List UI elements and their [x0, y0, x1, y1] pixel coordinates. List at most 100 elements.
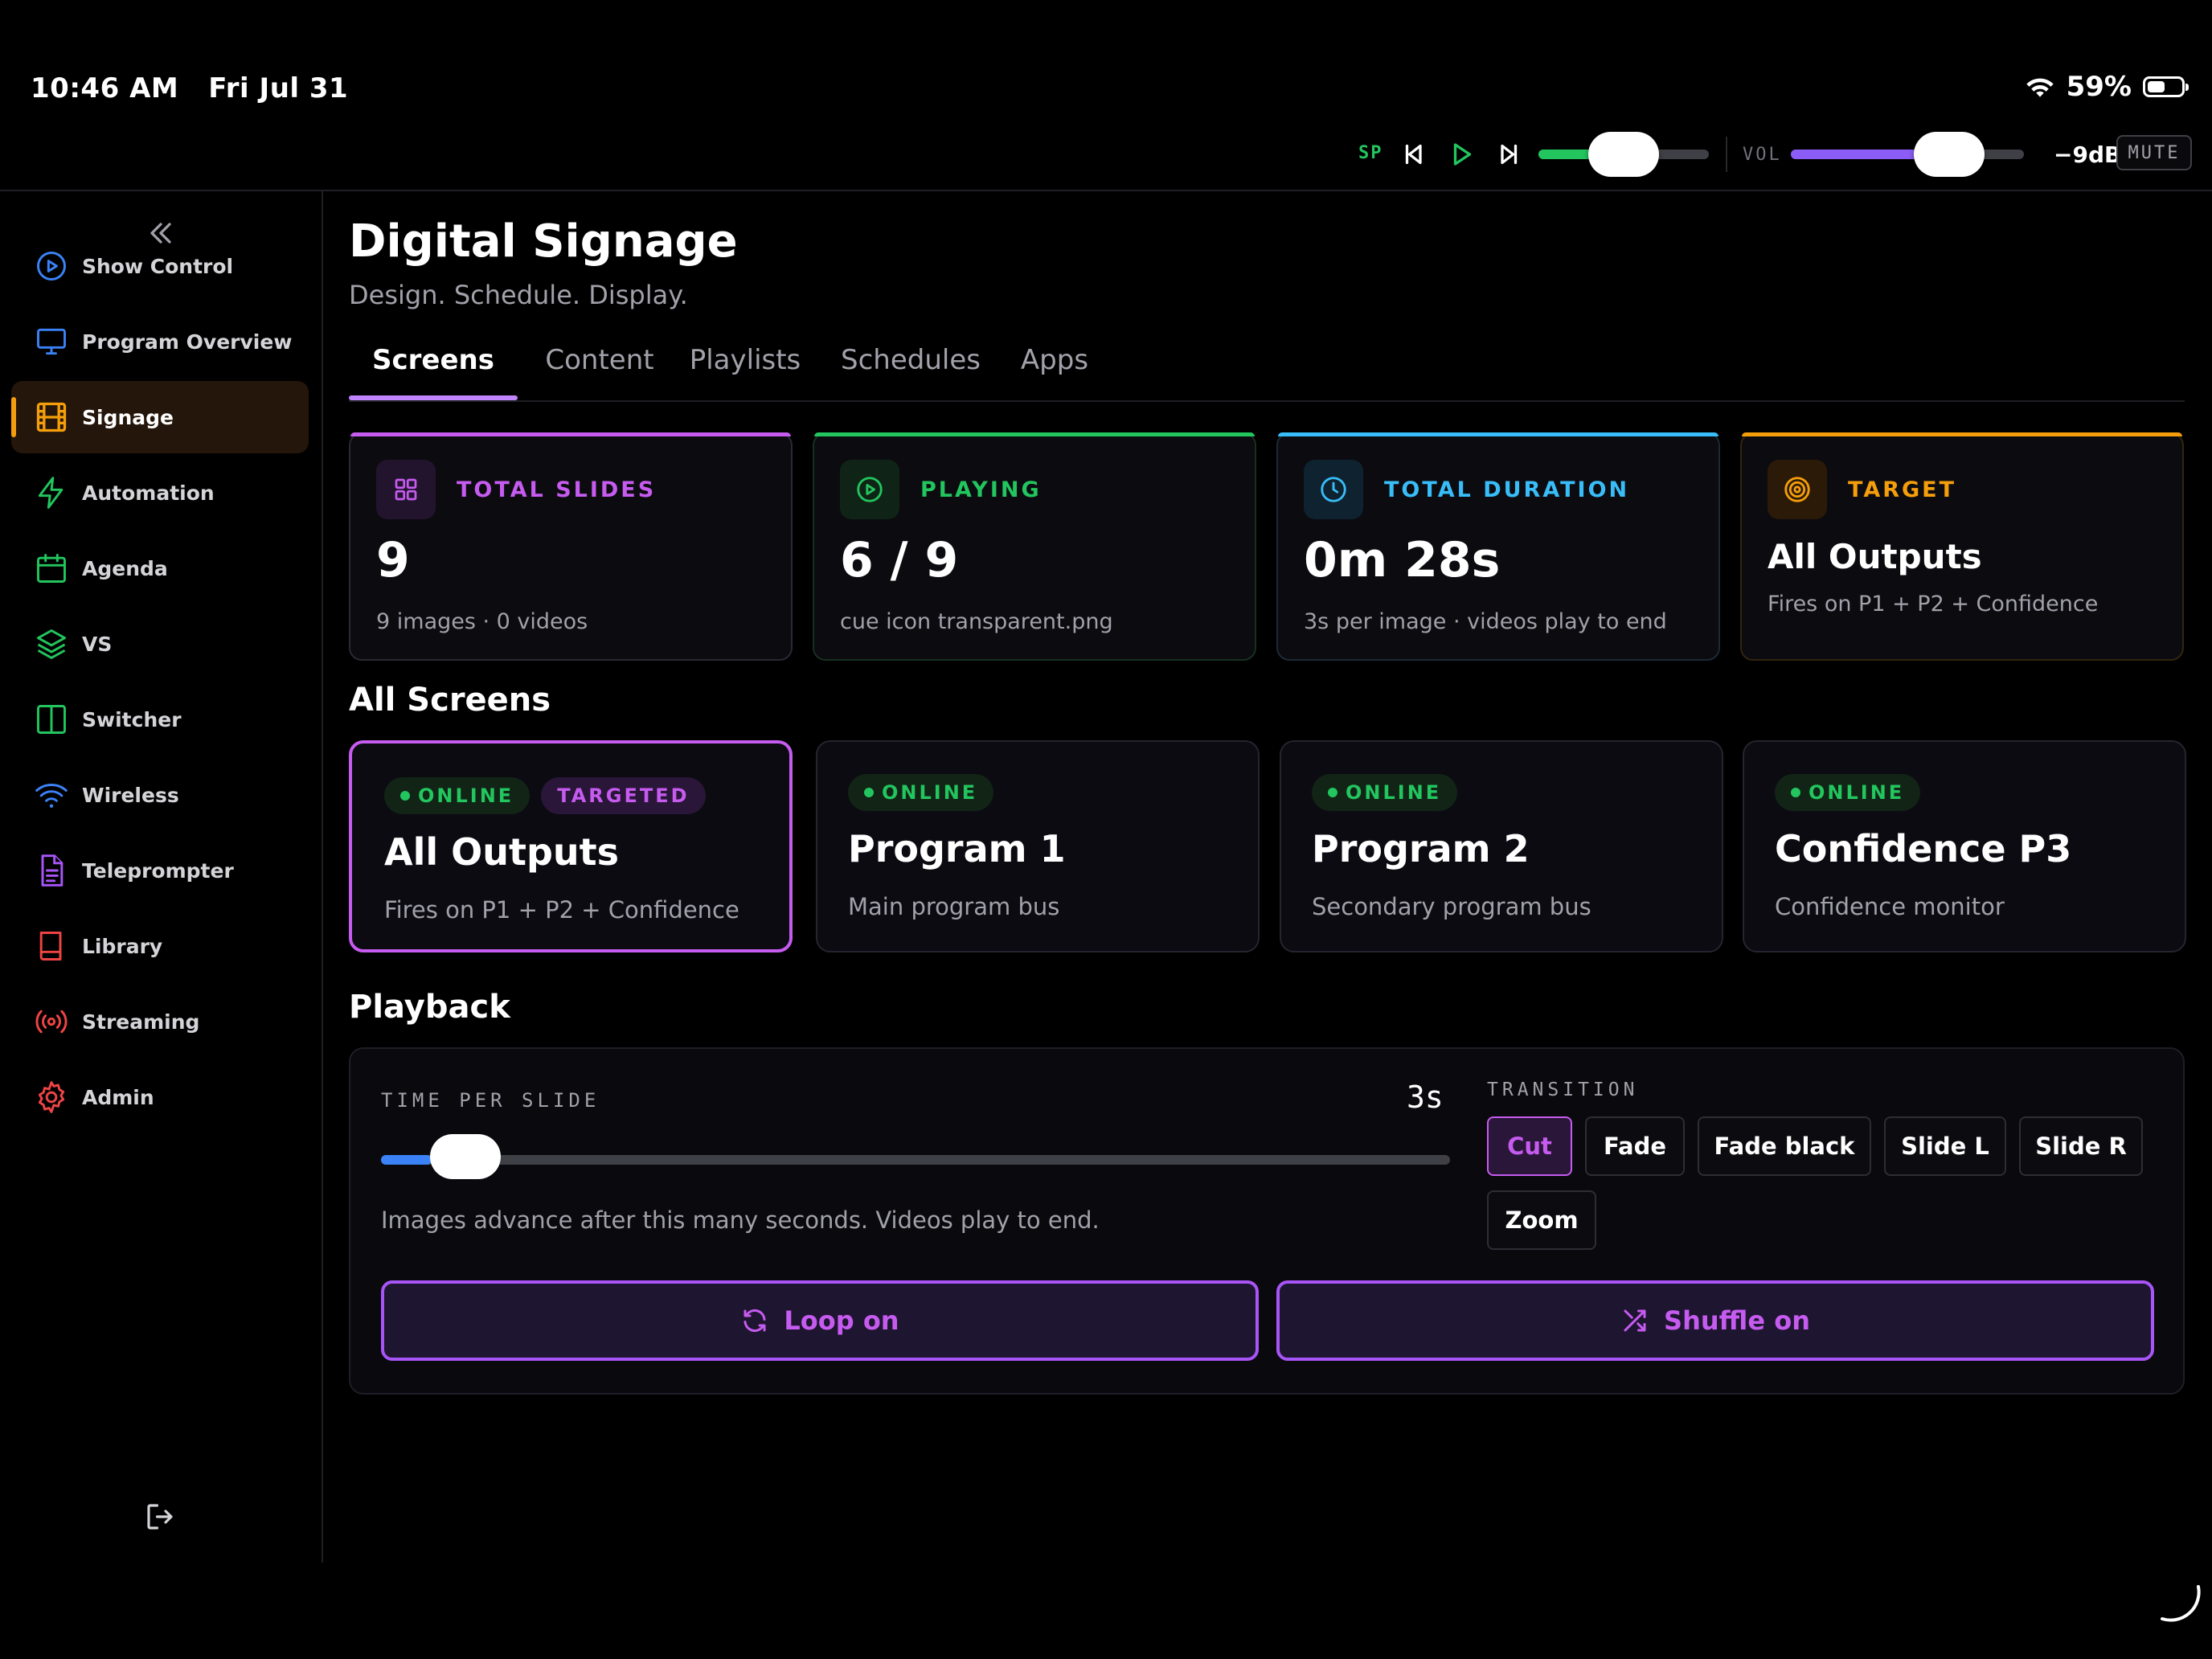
book-icon: [39, 932, 62, 961]
sidebar-item-admin[interactable]: Admin: [11, 1061, 309, 1133]
sidebar: Show Control Program Overview Signage Autom…: [0, 191, 323, 1563]
play-circle-icon: [840, 460, 899, 519]
screen-badges: ONLINE TARGETED: [384, 777, 706, 814]
screen-description: Confidence monitor: [1775, 893, 2005, 920]
grid-icon: [376, 460, 436, 519]
shuffle-button[interactable]: Shuffle on: [1276, 1280, 2154, 1361]
sidebar-item-switcher[interactable]: Switcher: [11, 683, 309, 756]
volume-slider-knob[interactable]: [1914, 132, 1985, 177]
sidebar-item-label: Signage: [82, 405, 174, 429]
skip-back-icon[interactable]: [1399, 140, 1428, 169]
sidebar-item-label: Switcher: [82, 707, 182, 731]
screen-description: Fires on P1 + P2 + Confidence: [384, 896, 739, 924]
sidebar-item-signage[interactable]: Signage: [11, 381, 309, 453]
status-indicators: 59%: [2025, 71, 2189, 103]
shuffle-icon: [1624, 1309, 1646, 1332]
sidebar-item-label: Program Overview: [82, 330, 293, 354]
badge-label: ONLINE: [1809, 781, 1905, 804]
status-time: 10:46 AM Fri Jul 31: [31, 72, 348, 104]
screen-card-program-2[interactable]: ONLINE Program 2 Secondary program bus: [1280, 740, 1723, 952]
stat-card-target: TARGET All Outputs Fires on P1 + P2 + Co…: [1740, 432, 2184, 661]
sidebar-item-label: Wireless: [82, 783, 179, 807]
screen-description: Secondary program bus: [1312, 893, 1591, 920]
sidebar-item-label: Library: [82, 934, 163, 958]
stat-label: TOTAL DURATION: [1384, 477, 1630, 502]
clock-date: Fri Jul 31: [208, 72, 349, 104]
clock-time: 10:46 AM: [31, 72, 179, 104]
stat-value: 0m 28s: [1304, 532, 1501, 588]
speed-label: SP: [1358, 143, 1383, 163]
sidebar-item-wireless[interactable]: Wireless: [11, 759, 309, 831]
stat-card-playing: PLAYING 6 / 9 cue icon transparent.png: [813, 432, 1256, 661]
monitor-icon: [37, 328, 66, 355]
columns-icon: [37, 705, 66, 734]
screen-card-all-outputs[interactable]: ONLINE TARGETED All Outputs Fires on P1 …: [349, 740, 793, 952]
stat-description: Fires on P1 + P2 + Confidence: [1768, 592, 2099, 616]
skip-forward-icon[interactable]: [1495, 140, 1524, 169]
status-badge: ONLINE: [848, 774, 994, 811]
page-title: Digital Signage: [349, 215, 738, 268]
status-badge: ONLINE: [1312, 774, 1458, 811]
document-icon: [41, 854, 63, 887]
film-icon: [36, 402, 67, 432]
time-per-slide-label: TIME PER SLIDE: [381, 1089, 600, 1112]
tab-screens[interactable]: Screens: [349, 344, 518, 400]
sidebar-item-streaming[interactable]: Streaming: [11, 985, 309, 1058]
sidebar-item-label: Streaming: [82, 1010, 200, 1034]
loop-label: Loop on: [784, 1305, 899, 1336]
screen-card-confidence-p3[interactable]: ONLINE Confidence P3 Confidence monitor: [1743, 740, 2186, 952]
transition-slide-left-button[interactable]: Slide L: [1884, 1116, 2006, 1176]
sidebar-item-label: Admin: [82, 1085, 154, 1109]
play-icon[interactable]: [1447, 140, 1476, 169]
stat-value: 9: [376, 532, 410, 588]
battery-percent: 59%: [2066, 71, 2132, 103]
stat-label: PLAYING: [920, 477, 1042, 502]
sidebar-item-automation[interactable]: Automation: [11, 457, 309, 529]
sidebar-item-program-overview[interactable]: Program Overview: [11, 305, 309, 378]
transition-fade-black-button[interactable]: Fade black: [1698, 1116, 1871, 1176]
tab-apps[interactable]: Apps: [1014, 344, 1095, 397]
time-per-slide-value: 3s: [1407, 1079, 1444, 1115]
sidebar-item-show-control[interactable]: Show Control: [11, 230, 309, 302]
transition-zoom-button[interactable]: Zoom: [1487, 1190, 1596, 1250]
speed-slider-knob[interactable]: [1588, 132, 1659, 177]
transition-label: TRANSITION: [1487, 1079, 1639, 1100]
screen-card-program-1[interactable]: ONLINE Program 1 Main program bus: [816, 740, 1260, 952]
sidebar-item-library[interactable]: Library: [11, 910, 309, 982]
transport-divider: [1726, 137, 1727, 172]
loop-button[interactable]: Loop on: [381, 1280, 1259, 1361]
sidebar-item-teleprompter[interactable]: Teleprompter: [11, 834, 309, 907]
mute-button[interactable]: MUTE: [2116, 135, 2192, 170]
time-per-slide-help: Images advance after this many seconds. …: [381, 1206, 1100, 1234]
volume-db: −9dB: [2054, 141, 2122, 168]
sidebar-item-vs[interactable]: VS: [11, 608, 309, 680]
logout-icon[interactable]: [143, 1500, 177, 1534]
screen-name: Program 2: [1312, 827, 1530, 870]
time-per-slide-knob[interactable]: [429, 1134, 501, 1179]
badge-label: ONLINE: [882, 781, 978, 804]
stat-description: cue icon transparent.png: [840, 609, 1113, 634]
sidebar-item-label: VS: [82, 632, 113, 656]
battery-icon: [2143, 76, 2189, 97]
online-dot: [400, 791, 410, 801]
status-badge: ONLINE: [1775, 774, 1921, 811]
loading-spinner-icon: [2161, 1585, 2201, 1622]
transition-cut-button[interactable]: Cut: [1487, 1116, 1572, 1176]
tab-schedules[interactable]: Schedules: [834, 344, 987, 397]
volume-slider[interactable]: [1791, 150, 2024, 159]
online-dot: [1791, 788, 1800, 797]
screen-description: Main program bus: [848, 893, 1060, 920]
transition-fade-button[interactable]: Fade: [1585, 1116, 1685, 1176]
page-subtitle: Design. Schedule. Display.: [349, 280, 688, 310]
time-per-slide-slider[interactable]: [381, 1134, 1450, 1179]
screen-name: Program 1: [848, 827, 1066, 870]
tab-content[interactable]: Content: [543, 344, 656, 397]
tab-playlists[interactable]: Playlists: [685, 344, 805, 397]
transition-slide-right-button[interactable]: Slide R: [2019, 1116, 2143, 1176]
volume-label: VOL: [1743, 145, 1782, 165]
bolt-icon: [38, 477, 63, 509]
stat-accent-bar: [350, 432, 791, 436]
sidebar-item-agenda[interactable]: Agenda: [11, 532, 309, 604]
stat-description: 3s per image · videos play to end: [1304, 609, 1667, 634]
screen-name: All Outputs: [384, 830, 620, 874]
